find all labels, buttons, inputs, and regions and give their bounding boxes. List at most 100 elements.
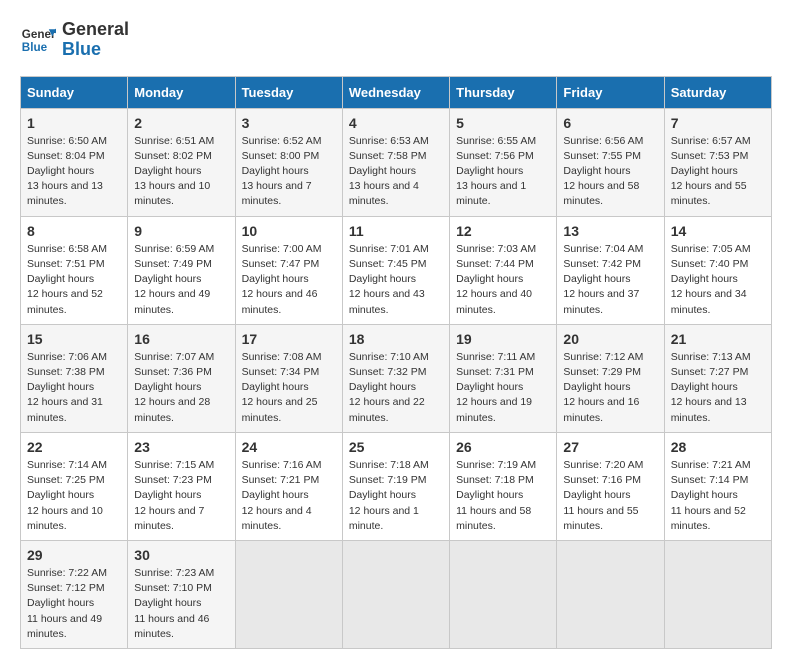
day-number: 12 xyxy=(456,223,550,239)
cell-content: Sunrise: 7:01 AM Sunset: 7:45 PM Dayligh… xyxy=(349,242,443,318)
table-row: 21 Sunrise: 7:13 AM Sunset: 7:27 PM Dayl… xyxy=(664,324,771,432)
table-row: 10 Sunrise: 7:00 AM Sunset: 7:47 PM Dayl… xyxy=(235,216,342,324)
table-row: 28 Sunrise: 7:21 AM Sunset: 7:14 PM Dayl… xyxy=(664,432,771,540)
table-row: 3 Sunrise: 6:52 AM Sunset: 8:00 PM Dayli… xyxy=(235,108,342,216)
cell-content: Sunrise: 7:04 AM Sunset: 7:42 PM Dayligh… xyxy=(563,242,657,318)
table-row: 13 Sunrise: 7:04 AM Sunset: 7:42 PM Dayl… xyxy=(557,216,664,324)
table-row: 9 Sunrise: 6:59 AM Sunset: 7:49 PM Dayli… xyxy=(128,216,235,324)
table-row: 20 Sunrise: 7:12 AM Sunset: 7:29 PM Dayl… xyxy=(557,324,664,432)
logo: General Blue General Blue xyxy=(20,20,129,60)
table-row xyxy=(342,540,449,648)
table-row: 7 Sunrise: 6:57 AM Sunset: 7:53 PM Dayli… xyxy=(664,108,771,216)
day-number: 29 xyxy=(27,547,121,563)
col-header-monday: Monday xyxy=(128,76,235,108)
day-number: 4 xyxy=(349,115,443,131)
day-number: 28 xyxy=(671,439,765,455)
cell-content: Sunrise: 7:18 AM Sunset: 7:19 PM Dayligh… xyxy=(349,458,443,534)
col-header-saturday: Saturday xyxy=(664,76,771,108)
day-number: 5 xyxy=(456,115,550,131)
col-header-sunday: Sunday xyxy=(21,76,128,108)
table-row: 6 Sunrise: 6:56 AM Sunset: 7:55 PM Dayli… xyxy=(557,108,664,216)
table-row xyxy=(664,540,771,648)
table-row: 16 Sunrise: 7:07 AM Sunset: 7:36 PM Dayl… xyxy=(128,324,235,432)
day-number: 3 xyxy=(242,115,336,131)
cell-content: Sunrise: 6:57 AM Sunset: 7:53 PM Dayligh… xyxy=(671,134,765,210)
cell-content: Sunrise: 6:59 AM Sunset: 7:49 PM Dayligh… xyxy=(134,242,228,318)
cell-content: Sunrise: 6:52 AM Sunset: 8:00 PM Dayligh… xyxy=(242,134,336,210)
day-number: 7 xyxy=(671,115,765,131)
cell-content: Sunrise: 7:21 AM Sunset: 7:14 PM Dayligh… xyxy=(671,458,765,534)
table-row: 26 Sunrise: 7:19 AM Sunset: 7:18 PM Dayl… xyxy=(450,432,557,540)
day-number: 20 xyxy=(563,331,657,347)
col-header-thursday: Thursday xyxy=(450,76,557,108)
cell-content: Sunrise: 7:12 AM Sunset: 7:29 PM Dayligh… xyxy=(563,350,657,426)
cell-content: Sunrise: 7:19 AM Sunset: 7:18 PM Dayligh… xyxy=(456,458,550,534)
svg-text:Blue: Blue xyxy=(22,41,48,54)
day-number: 11 xyxy=(349,223,443,239)
day-number: 21 xyxy=(671,331,765,347)
cell-content: Sunrise: 7:00 AM Sunset: 7:47 PM Dayligh… xyxy=(242,242,336,318)
cell-content: Sunrise: 7:07 AM Sunset: 7:36 PM Dayligh… xyxy=(134,350,228,426)
day-number: 19 xyxy=(456,331,550,347)
cell-content: Sunrise: 7:06 AM Sunset: 7:38 PM Dayligh… xyxy=(27,350,121,426)
table-row: 8 Sunrise: 6:58 AM Sunset: 7:51 PM Dayli… xyxy=(21,216,128,324)
table-row: 19 Sunrise: 7:11 AM Sunset: 7:31 PM Dayl… xyxy=(450,324,557,432)
logo-icon: General Blue xyxy=(20,22,56,58)
table-row xyxy=(557,540,664,648)
cell-content: Sunrise: 7:15 AM Sunset: 7:23 PM Dayligh… xyxy=(134,458,228,534)
cell-content: Sunrise: 7:20 AM Sunset: 7:16 PM Dayligh… xyxy=(563,458,657,534)
day-number: 25 xyxy=(349,439,443,455)
table-row: 23 Sunrise: 7:15 AM Sunset: 7:23 PM Dayl… xyxy=(128,432,235,540)
table-row: 18 Sunrise: 7:10 AM Sunset: 7:32 PM Dayl… xyxy=(342,324,449,432)
day-number: 22 xyxy=(27,439,121,455)
day-number: 10 xyxy=(242,223,336,239)
table-row: 22 Sunrise: 7:14 AM Sunset: 7:25 PM Dayl… xyxy=(21,432,128,540)
table-row xyxy=(235,540,342,648)
day-number: 6 xyxy=(563,115,657,131)
table-row: 2 Sunrise: 6:51 AM Sunset: 8:02 PM Dayli… xyxy=(128,108,235,216)
day-number: 27 xyxy=(563,439,657,455)
day-number: 24 xyxy=(242,439,336,455)
table-row: 24 Sunrise: 7:16 AM Sunset: 7:21 PM Dayl… xyxy=(235,432,342,540)
table-row: 29 Sunrise: 7:22 AM Sunset: 7:12 PM Dayl… xyxy=(21,540,128,648)
table-row xyxy=(450,540,557,648)
cell-content: Sunrise: 7:03 AM Sunset: 7:44 PM Dayligh… xyxy=(456,242,550,318)
col-header-wednesday: Wednesday xyxy=(342,76,449,108)
cell-content: Sunrise: 6:53 AM Sunset: 7:58 PM Dayligh… xyxy=(349,134,443,210)
day-number: 2 xyxy=(134,115,228,131)
cell-content: Sunrise: 7:08 AM Sunset: 7:34 PM Dayligh… xyxy=(242,350,336,426)
table-row: 12 Sunrise: 7:03 AM Sunset: 7:44 PM Dayl… xyxy=(450,216,557,324)
cell-content: Sunrise: 7:16 AM Sunset: 7:21 PM Dayligh… xyxy=(242,458,336,534)
day-number: 30 xyxy=(134,547,228,563)
table-row: 17 Sunrise: 7:08 AM Sunset: 7:34 PM Dayl… xyxy=(235,324,342,432)
cell-content: Sunrise: 7:14 AM Sunset: 7:25 PM Dayligh… xyxy=(27,458,121,534)
cell-content: Sunrise: 6:55 AM Sunset: 7:56 PM Dayligh… xyxy=(456,134,550,210)
cell-content: Sunrise: 7:22 AM Sunset: 7:12 PM Dayligh… xyxy=(27,566,121,642)
table-row: 15 Sunrise: 7:06 AM Sunset: 7:38 PM Dayl… xyxy=(21,324,128,432)
cell-content: Sunrise: 7:23 AM Sunset: 7:10 PM Dayligh… xyxy=(134,566,228,642)
cell-content: Sunrise: 7:13 AM Sunset: 7:27 PM Dayligh… xyxy=(671,350,765,426)
day-number: 8 xyxy=(27,223,121,239)
table-row: 1 Sunrise: 6:50 AM Sunset: 8:04 PM Dayli… xyxy=(21,108,128,216)
table-row: 25 Sunrise: 7:18 AM Sunset: 7:19 PM Dayl… xyxy=(342,432,449,540)
cell-content: Sunrise: 6:56 AM Sunset: 7:55 PM Dayligh… xyxy=(563,134,657,210)
table-row: 5 Sunrise: 6:55 AM Sunset: 7:56 PM Dayli… xyxy=(450,108,557,216)
day-number: 26 xyxy=(456,439,550,455)
table-row: 30 Sunrise: 7:23 AM Sunset: 7:10 PM Dayl… xyxy=(128,540,235,648)
day-number: 18 xyxy=(349,331,443,347)
col-header-friday: Friday xyxy=(557,76,664,108)
table-row: 4 Sunrise: 6:53 AM Sunset: 7:58 PM Dayli… xyxy=(342,108,449,216)
table-row: 14 Sunrise: 7:05 AM Sunset: 7:40 PM Dayl… xyxy=(664,216,771,324)
logo-text-general: General xyxy=(62,20,129,40)
cell-content: Sunrise: 6:50 AM Sunset: 8:04 PM Dayligh… xyxy=(27,134,121,210)
table-row: 27 Sunrise: 7:20 AM Sunset: 7:16 PM Dayl… xyxy=(557,432,664,540)
cell-content: Sunrise: 7:10 AM Sunset: 7:32 PM Dayligh… xyxy=(349,350,443,426)
day-number: 15 xyxy=(27,331,121,347)
day-number: 16 xyxy=(134,331,228,347)
cell-content: Sunrise: 7:11 AM Sunset: 7:31 PM Dayligh… xyxy=(456,350,550,426)
table-row: 11 Sunrise: 7:01 AM Sunset: 7:45 PM Dayl… xyxy=(342,216,449,324)
calendar-table: SundayMondayTuesdayWednesdayThursdayFrid… xyxy=(20,76,772,649)
cell-content: Sunrise: 6:58 AM Sunset: 7:51 PM Dayligh… xyxy=(27,242,121,318)
day-number: 17 xyxy=(242,331,336,347)
day-number: 9 xyxy=(134,223,228,239)
